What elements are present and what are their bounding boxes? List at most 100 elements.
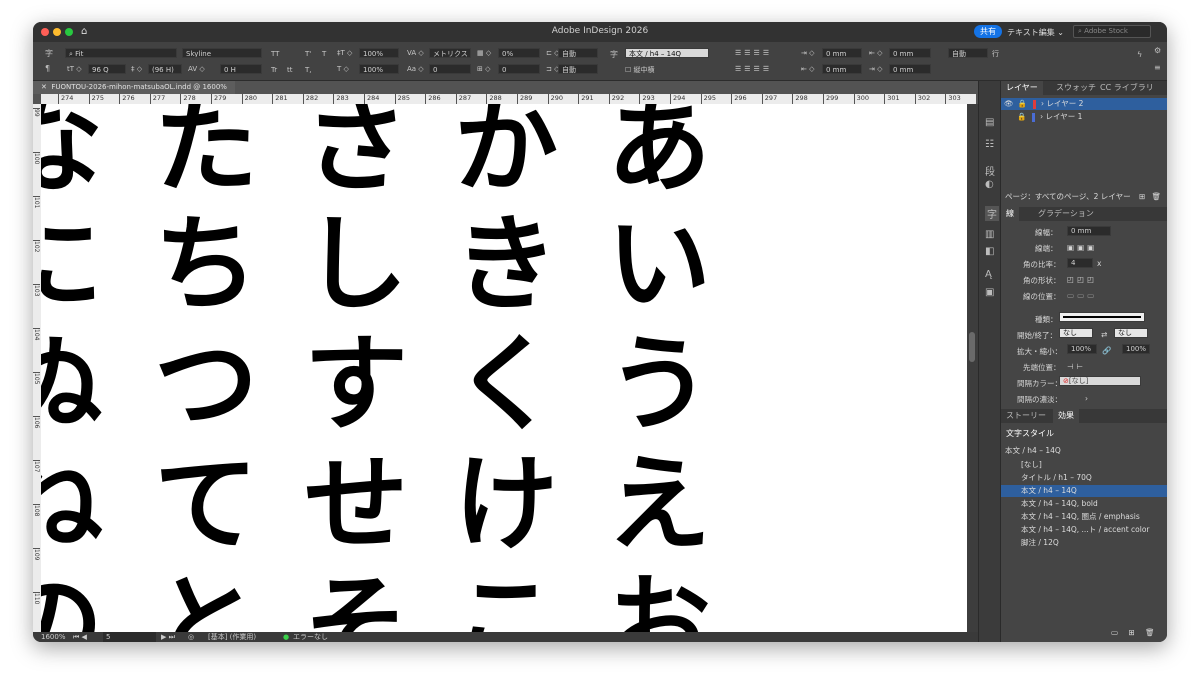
character-formatting-icon[interactable]: 字 — [45, 48, 53, 59]
preflight-icon[interactable]: ◎ — [188, 632, 194, 642]
effects-icon[interactable]: ▣ — [985, 287, 994, 298]
skew-field[interactable]: 0 — [498, 64, 540, 74]
small-caps-button[interactable]: Tr — [271, 66, 277, 74]
miter-field[interactable]: 4 — [1067, 258, 1093, 268]
superscript-button[interactable]: T' — [305, 50, 311, 58]
start-field[interactable]: なし — [1059, 328, 1093, 338]
kana-glyph[interactable]: き — [441, 212, 571, 316]
workspace-switcher[interactable]: テキスト編集 ⌄ — [1007, 27, 1064, 38]
font-style-field[interactable]: Skyline — [182, 48, 262, 58]
settings-gear-icon[interactable]: ⚙ — [1154, 46, 1161, 55]
align-buttons-row2[interactable]: ☰☰☰☰ — [735, 65, 772, 73]
kana-glyph[interactable]: つ — [141, 332, 271, 436]
kana-glyph[interactable]: な — [41, 104, 116, 198]
new-layer-icon[interactable]: ⊞ — [1139, 192, 1145, 201]
panel-menu-icon[interactable]: ≡ — [1154, 63, 1161, 72]
kana-glyph[interactable]: く — [441, 332, 571, 436]
kerning-field[interactable]: メトリクス — [429, 48, 471, 58]
new-style-icon[interactable]: ⊞ — [1128, 628, 1134, 637]
kana-glyph[interactable]: さ — [291, 104, 421, 198]
char-style-item[interactable]: 本文 / h4 – 14Q, ...ト / accent color — [1001, 524, 1167, 536]
pages-icon[interactable]: ▤ — [985, 117, 994, 128]
gap-color-field[interactable]: ⊘[なし] — [1059, 376, 1141, 386]
kana-glyph[interactable]: ち — [141, 212, 271, 316]
underline-button[interactable]: T — [322, 50, 326, 58]
kana-glyph[interactable]: お — [594, 572, 724, 632]
page-nav-next[interactable]: ▶ ⏭ — [161, 632, 175, 642]
tracking-field[interactable]: 0 H — [220, 64, 262, 74]
kana-glyph[interactable]: し — [291, 212, 421, 316]
kana-glyph[interactable]: の — [41, 572, 116, 632]
align-buttons-row1[interactable]: ☰☰☰☰ — [735, 49, 772, 57]
swap-icon[interactable]: ⇄ — [1101, 330, 1107, 339]
trash-icon[interactable]: 🗑 — [1152, 192, 1162, 201]
master-page-label[interactable]: [基本] (作業用) — [208, 632, 256, 642]
char-style-item[interactable]: 脚注 / 12Q — [1001, 537, 1167, 549]
tate-chu-yoko-checkbox[interactable]: ☐ 縦中横 — [625, 65, 655, 75]
subscript-button[interactable]: T, — [305, 66, 312, 74]
character-panel-icon[interactable]: 字 — [985, 206, 999, 221]
auto-leading-field[interactable]: 自動 — [948, 48, 988, 58]
kana-glyph[interactable]: に — [41, 212, 116, 316]
paragraph-panel-icon[interactable]: 段 — [985, 163, 995, 178]
kana-glyph[interactable]: え — [594, 452, 724, 556]
kana-glyph[interactable]: た — [141, 104, 271, 198]
left-indent-field[interactable]: 0 mm — [822, 48, 862, 58]
swatches-icon[interactable]: ◐ — [985, 179, 994, 190]
gap-tint-arrow[interactable]: › — [1085, 394, 1088, 403]
document-tab[interactable]: ✕ FUONTOU-2026-mihon-matsubaOL.indd @ 16… — [33, 81, 235, 94]
kana-glyph[interactable]: ね — [41, 452, 116, 556]
tab-cc-libraries[interactable]: CC ライブラリ — [1095, 81, 1159, 95]
char-style-item[interactable]: [なし] — [1001, 459, 1167, 471]
leading-field[interactable]: (96 H) — [148, 64, 182, 74]
lowercase-button[interactable]: tt — [287, 66, 293, 74]
tab-character-styles[interactable]: 文字スタイル — [1001, 427, 1059, 441]
layers-icon[interactable]: ☷ — [985, 139, 994, 150]
kana-glyph[interactable]: あ — [594, 104, 724, 198]
pathfinder-icon[interactable]: ◧ — [985, 246, 994, 257]
lock-icon[interactable]: 🔒 — [1017, 112, 1026, 121]
kana-glyph[interactable]: と — [141, 572, 271, 632]
lock-icon[interactable]: 🔒 — [1018, 99, 1027, 108]
vertical-scrollbar[interactable] — [967, 104, 978, 632]
baseline-shift-field[interactable]: 0 — [429, 64, 471, 74]
right-indent-field[interactable]: 0 mm — [889, 48, 931, 58]
eye-icon[interactable]: 👁 — [1004, 99, 1014, 108]
char-style-item[interactable]: 本文 / h4 – 14Q, bold — [1001, 498, 1167, 510]
all-caps-button[interactable]: TT — [271, 50, 279, 58]
document-canvas[interactable]: な た さ か あ に ち し き い ぬ つ す く う ね て せ け え … — [41, 104, 967, 632]
page-nav-first[interactable]: ⏮ ◀ — [73, 632, 87, 642]
cap-buttons[interactable]: ▣▣▣ — [1067, 243, 1097, 252]
kana-glyph[interactable]: ぬ — [41, 332, 116, 436]
tab-swatches[interactable]: スウォッチ — [1051, 81, 1101, 95]
font-family-field[interactable]: ⌕ Fit — [65, 48, 177, 58]
paragraph-style-field[interactable]: 本文 / h4 – 14Q — [625, 48, 709, 58]
adobe-stock-search[interactable]: ⌕ Adobe Stock — [1073, 25, 1151, 38]
vertical-scale-field[interactable]: 100% — [359, 48, 399, 58]
lightning-icon[interactable]: ϟ — [1137, 50, 1142, 59]
folder-icon[interactable]: ▭ — [1111, 628, 1118, 637]
paragraph-formatting-icon[interactable]: ¶ — [45, 64, 50, 73]
horizontal-scale-field[interactable]: 100% — [359, 64, 399, 74]
stroke-type-field[interactable] — [1059, 312, 1145, 322]
tab-gradient[interactable]: グラデーション — [1033, 207, 1099, 221]
first-line-indent-field[interactable]: 0 mm — [822, 64, 862, 74]
layer-row[interactable]: 👁 🔒 › レイヤー 2 — [1001, 98, 1167, 110]
join-buttons[interactable]: ◰◰◰ — [1067, 275, 1097, 284]
kana-glyph[interactable]: て — [141, 452, 271, 556]
tsume-field[interactable]: 0% — [498, 48, 540, 58]
kana-glyph[interactable]: か — [441, 104, 571, 198]
aki-before-field[interactable]: 自動 — [558, 48, 598, 58]
font-size-field[interactable]: 96 Q — [88, 64, 126, 74]
kana-glyph[interactable]: そ — [291, 572, 421, 632]
char-style-item[interactable]: 本文 / h4 – 14Q, 圏点 / emphasis — [1001, 511, 1167, 523]
tab-layers[interactable]: レイヤー — [1001, 81, 1043, 95]
kana-glyph[interactable]: け — [441, 452, 571, 556]
kana-glyph[interactable]: い — [594, 212, 724, 316]
scale-start-field[interactable]: 100% — [1067, 344, 1097, 354]
end-field[interactable]: なし — [1114, 328, 1148, 338]
scale-end-field[interactable]: 100% — [1122, 344, 1150, 354]
glyphs-icon[interactable]: Ą — [985, 269, 992, 280]
page-number-field[interactable]: 5 — [103, 632, 156, 642]
scrollbar-thumb[interactable] — [969, 332, 975, 362]
